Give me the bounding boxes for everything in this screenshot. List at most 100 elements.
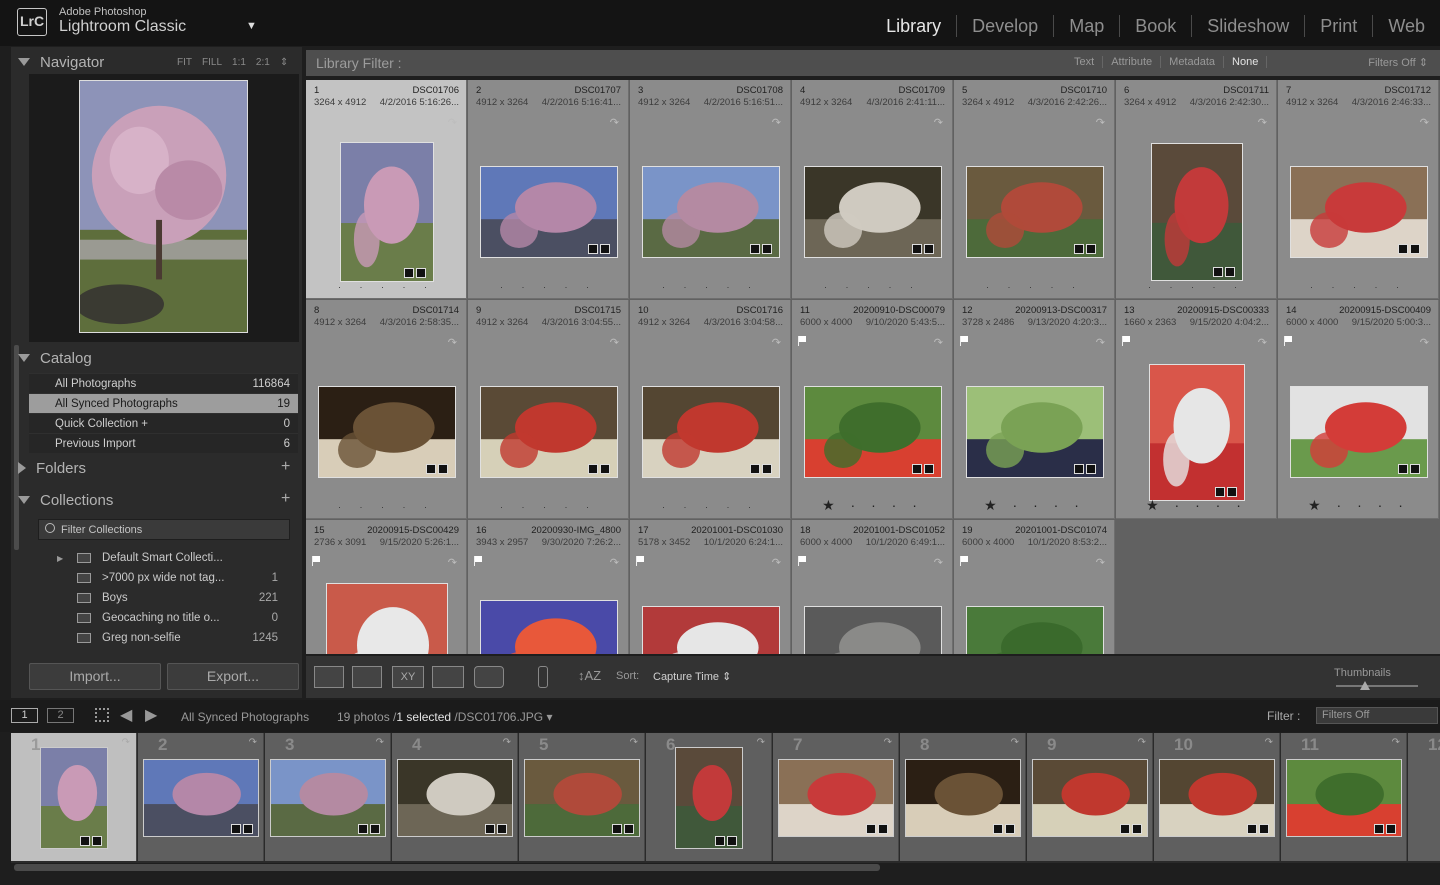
filmstrip-filter-dropdown[interactable]: Filters Off xyxy=(1316,707,1438,724)
keyword-badge-icon[interactable] xyxy=(1374,824,1384,834)
keyword-badge-icon[interactable] xyxy=(1074,244,1084,254)
flag-icon[interactable] xyxy=(636,556,644,566)
star-rating[interactable]: ★ · · · · xyxy=(792,497,953,514)
keyword-badge-icon[interactable] xyxy=(358,824,368,834)
filmstrip-cell[interactable]: 6 ↷ xyxy=(646,733,772,861)
grid-cell[interactable]: 15 20200915-DSC00429 2736 x 3091 9/15/20… xyxy=(306,520,467,654)
grid-cell[interactable]: 8 DSC01714 4912 x 3264 4/3/2016 2:58:35.… xyxy=(306,300,467,519)
rotate-icon[interactable]: ↷ xyxy=(772,336,781,349)
collection-geocaching[interactable]: Geocaching no title o... 0 xyxy=(55,608,288,628)
loupe-view-icon[interactable] xyxy=(352,666,382,688)
grid-cell[interactable]: 9 DSC01715 4912 x 3264 4/3/2016 3:04:55.… xyxy=(468,300,629,519)
grid-cell[interactable]: 18 20201001-DSC01052 6000 x 4000 10/1/20… xyxy=(792,520,953,654)
keyword-badge-icon[interactable] xyxy=(912,464,922,474)
filmstrip-cell[interactable]: 12 ↷ xyxy=(1408,733,1440,861)
back-arrow-icon[interactable]: ◀ xyxy=(120,705,132,725)
keyword-badge-icon[interactable] xyxy=(750,464,760,474)
flag-icon[interactable] xyxy=(798,336,806,346)
rotate-icon[interactable]: ↷ xyxy=(884,737,892,748)
keyword-badge-icon[interactable] xyxy=(1398,464,1408,474)
collapse-triangle-icon[interactable] xyxy=(18,354,30,362)
grid-cell[interactable]: 11 20200910-DSC00079 6000 x 4000 9/10/20… xyxy=(792,300,953,519)
flag-icon[interactable] xyxy=(960,336,968,346)
grid-cell[interactable]: 4 DSC01709 4912 x 3264 4/3/2016 2:41:11.… xyxy=(792,80,953,299)
rotate-icon[interactable]: ↷ xyxy=(610,336,619,349)
grid-cell[interactable]: 2 DSC01707 4912 x 3264 4/2/2016 5:16:41.… xyxy=(468,80,629,299)
keyword-badge-icon[interactable] xyxy=(612,824,622,834)
zoom-2-1[interactable]: 2:1 xyxy=(256,57,270,68)
thumbnail-size-slider[interactable] xyxy=(1336,681,1418,690)
keyword-badge-icon[interactable] xyxy=(1247,824,1257,834)
rotate-icon[interactable]: ↷ xyxy=(630,737,638,748)
expand-triangle-icon[interactable] xyxy=(18,462,26,474)
collection-set-default-smart[interactable]: ▶ Default Smart Collecti... xyxy=(55,548,288,568)
collection-badge-icon[interactable] xyxy=(762,244,772,254)
star-rating[interactable]: ★ · · · · xyxy=(1278,497,1439,514)
star-rating[interactable]: · · · · · xyxy=(630,282,791,292)
navigator-preview-image[interactable] xyxy=(79,80,248,333)
rotate-icon[interactable]: ↷ xyxy=(934,116,943,129)
photo-thumbnail[interactable] xyxy=(804,606,942,654)
spray-can-icon[interactable] xyxy=(538,666,548,688)
filmstrip-cell[interactable]: 9 ↷ xyxy=(1027,733,1153,861)
export-button[interactable]: Export... xyxy=(167,663,299,690)
collapse-triangle-icon[interactable] xyxy=(18,496,30,504)
expand-triangle-icon[interactable]: ▶ xyxy=(57,554,63,563)
catalog-header[interactable]: Catalog xyxy=(18,345,288,371)
filmstrip-thumbnail[interactable] xyxy=(40,747,108,849)
flag-icon[interactable] xyxy=(798,556,806,566)
collection-badge-icon[interactable] xyxy=(370,824,380,834)
collection-badge-icon[interactable] xyxy=(1005,824,1015,834)
star-rating[interactable]: ★ · · · · xyxy=(954,497,1115,514)
collection-badge-icon[interactable] xyxy=(416,268,426,278)
rotate-icon[interactable]: ↷ xyxy=(1265,737,1273,748)
grid-view-icon[interactable] xyxy=(314,666,344,688)
catalog-item-all-synced-photographs[interactable]: All Synced Photographs 19 xyxy=(29,393,298,413)
zoom-fill[interactable]: FILL xyxy=(202,57,222,68)
rotate-icon[interactable]: ↷ xyxy=(1096,336,1105,349)
survey-view-icon[interactable] xyxy=(432,666,464,688)
keyword-badge-icon[interactable] xyxy=(1215,487,1225,497)
filmstrip-cell[interactable]: 7 ↷ xyxy=(773,733,899,861)
filmstrip-cell[interactable]: 3 ↷ xyxy=(265,733,391,861)
photo-thumbnail[interactable] xyxy=(340,142,434,282)
keyword-badge-icon[interactable] xyxy=(993,824,1003,834)
star-rating[interactable]: · · · · · xyxy=(306,502,467,512)
grid-cell[interactable]: 17 20201001-DSC01030 5178 x 3452 10/1/20… xyxy=(630,520,791,654)
sort-dropdown[interactable]: Capture Time ⇕ xyxy=(653,670,731,683)
folders-header[interactable]: Folders xyxy=(18,455,288,481)
collection-badge-icon[interactable] xyxy=(924,464,934,474)
filter-preset-dropdown[interactable]: Filters Off ⇕ xyxy=(1368,56,1428,69)
zoom-fit[interactable]: FIT xyxy=(177,57,192,68)
collection-badge-icon[interactable] xyxy=(924,244,934,254)
filter-text[interactable]: Text xyxy=(1066,56,1104,68)
star-rating[interactable]: · · · · · xyxy=(1278,282,1439,292)
keyword-badge-icon[interactable] xyxy=(1120,824,1130,834)
catalog-item-all-photographs[interactable]: All Photographs 116864 xyxy=(29,373,298,393)
catalog-item-previous-import[interactable]: Previous Import 6 xyxy=(29,433,298,453)
rotate-icon[interactable]: ↷ xyxy=(249,737,257,748)
primary-display-button[interactable]: 1 xyxy=(11,708,38,723)
flag-icon[interactable] xyxy=(312,556,320,566)
people-view-icon[interactable] xyxy=(474,666,504,688)
keyword-badge-icon[interactable] xyxy=(588,464,598,474)
grid-cell[interactable]: 7 DSC01712 4912 x 3264 4/3/2016 2:46:33.… xyxy=(1278,80,1439,299)
rotate-icon[interactable]: ↷ xyxy=(610,556,619,569)
module-map[interactable]: Map xyxy=(1053,15,1119,37)
collapse-triangle-icon[interactable] xyxy=(18,58,30,66)
rotate-icon[interactable]: ↷ xyxy=(1258,336,1267,349)
import-button[interactable]: Import... xyxy=(29,663,161,690)
left-panel-scrollbar[interactable] xyxy=(14,345,19,550)
module-book[interactable]: Book xyxy=(1119,15,1191,37)
rotate-icon[interactable]: ↷ xyxy=(376,737,384,748)
rotate-icon[interactable]: ↷ xyxy=(934,556,943,569)
rotate-icon[interactable]: ↷ xyxy=(503,737,511,748)
rotate-icon[interactable]: ↷ xyxy=(1258,116,1267,129)
keyword-badge-icon[interactable] xyxy=(750,244,760,254)
filmstrip-cell[interactable]: 8 ↷ xyxy=(900,733,1026,861)
grid-cell[interactable]: 19 20201001-DSC01074 6000 x 4000 10/1/20… xyxy=(954,520,1115,654)
grid-cell[interactable]: 3 DSC01708 4912 x 3264 4/2/2016 5:16:51.… xyxy=(630,80,791,299)
zoom-1-1[interactable]: 1:1 xyxy=(232,57,246,68)
filmstrip-cell[interactable]: 2 ↷ xyxy=(138,733,264,861)
filmstrip-cell[interactable]: 11 ↷ xyxy=(1281,733,1407,861)
